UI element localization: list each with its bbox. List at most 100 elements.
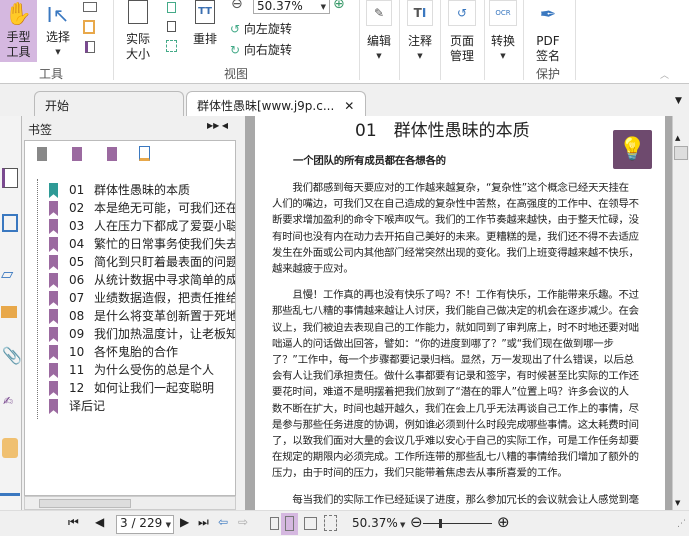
- bookmark-item[interactable]: 08 是什么将变革创新置于死地: [45, 307, 236, 325]
- bookmark-item[interactable]: 03 人在压力下都成了爱耍小聪: [45, 217, 235, 235]
- bookmark-label: 本是绝无可能，可我们还在: [94, 201, 236, 215]
- bookmark-item[interactable]: 11 为什么受伤的总是个人: [45, 361, 235, 379]
- bookmark-item[interactable]: 02 本是绝无可能，可我们还在: [45, 199, 236, 217]
- page-number-input[interactable]: 3 / 229 ▼: [116, 515, 174, 534]
- zoom-dropdown-icon[interactable]: ▼: [400, 521, 405, 529]
- bookmark-item[interactable]: 06 从统计数据中寻求简单的成: [45, 271, 235, 289]
- page-icon: [128, 0, 148, 24]
- text-line: 每当我们的实际工作已经延误了进度，那么参加冗长的会议就会让人感觉到毫: [272, 493, 639, 506]
- rotate-left-button[interactable]: ↺ 向左旋转: [230, 20, 292, 37]
- prev-page-button[interactable]: ◀: [95, 515, 104, 529]
- bookmark-page-icon[interactable]: [85, 41, 95, 53]
- continuous-page-icon[interactable]: [281, 513, 298, 535]
- status-bar: ⏮ ◀ 3 / 229 ▼ ▶ ⏭ ⇦ ⇨ 50.37% ▼ ⊖ ⊕ ⋰: [0, 510, 689, 536]
- reflow-button[interactable]: TT 重排: [190, 0, 220, 47]
- close-tab-icon[interactable]: ✕: [344, 99, 354, 113]
- clipboard-icon[interactable]: [83, 20, 95, 34]
- bookmark-item[interactable]: 译后记: [45, 397, 235, 415]
- zoom-in-button[interactable]: ⊕: [497, 513, 510, 531]
- zoom-out-button[interactable]: ⊖: [410, 513, 423, 531]
- rotate-left-icon: ↺: [230, 22, 241, 36]
- text-line: 要花时间，难道不是明摆着把我们放到了“潜在的罪人”位置上吗？许多会议的人: [272, 386, 629, 399]
- pdf-sign-button[interactable]: ✒ PDF 签名: [530, 0, 566, 64]
- fit-visible-icon[interactable]: [166, 40, 177, 52]
- text-line: 越来越疲于应对。: [272, 263, 354, 275]
- fit-page-icon[interactable]: [167, 21, 176, 32]
- first-page-button[interactable]: ⏮: [68, 515, 79, 530]
- bookmark-item[interactable]: 01 群体性愚昧的本质: [45, 181, 235, 199]
- add-bookmark-icon[interactable]: [72, 147, 82, 161]
- vertical-scrollbar[interactable]: ▲ ▼: [672, 116, 689, 510]
- bookmark-label: 如何让我们一起变聪明: [94, 381, 215, 395]
- thumbnails-icon[interactable]: [2, 214, 18, 232]
- rotate-right-button[interactable]: ↻ 向右旋转: [230, 41, 292, 58]
- panel-bottom-indicator: [0, 493, 20, 496]
- edit-button[interactable]: ✎ 编辑 ▼: [363, 0, 395, 64]
- bookmark-label: 繁忙的日常事务使我们失去: [94, 237, 236, 251]
- previous-view-icon[interactable]: ⇦: [218, 515, 228, 529]
- bookmark-item[interactable]: 05 简化到只盯着最表面的问题: [45, 253, 235, 271]
- page-management-button[interactable]: ↺ 页面 管理: [443, 0, 481, 64]
- bookmark-label: 是什么将变革创新置于死地: [94, 309, 236, 323]
- bookmark-tree: 01 群体性愚昧的本质 02 本是绝无可能，可我们还在 03 人在压力下都成了爱耍小聪 04…: [24, 140, 236, 496]
- bookmark-label: 译后记: [69, 399, 106, 413]
- bookmark-number: 09: [69, 327, 85, 341]
- attachment-icon[interactable]: 📎: [2, 346, 22, 365]
- collapse-ribbon-icon[interactable]: ︿: [660, 68, 669, 81]
- bookmark-item[interactable]: 07 业绩数据造假，把责任推给: [45, 289, 235, 307]
- bookmark-icon: [49, 201, 58, 216]
- actual-size-button[interactable]: 实际 大小: [122, 0, 154, 62]
- pages-icon[interactable]: [2, 168, 18, 188]
- convert-button[interactable]: OCR 转换 ▼: [487, 0, 519, 64]
- text-line: 了，以致我们面对大量的会议几乎难以安心于自己的实际工作，可是工作任务却要: [272, 435, 639, 447]
- tab-list-dropdown-icon[interactable]: ▼: [675, 96, 682, 106]
- single-page-icon[interactable]: [270, 517, 279, 530]
- tab-document[interactable]: 群体性愚昧[www.j9p.c... ✕: [186, 91, 366, 116]
- zoom-slider[interactable]: [423, 519, 492, 528]
- bookmark-item[interactable]: 10 各怀鬼胎的合作: [45, 343, 235, 361]
- bookmark-properties-icon[interactable]: [139, 146, 150, 161]
- text-line: 数不断在扩大，时间也越开越久，我们在会上几乎无法再谈自己工作上的事情，尽: [272, 402, 639, 415]
- next-view-icon[interactable]: ⇨: [238, 515, 248, 529]
- comment-button[interactable]: TI 注释 ▼: [404, 0, 436, 64]
- continuous-facing-icon[interactable]: [324, 515, 337, 531]
- text-line: 会有人让我们承担责任。做什么事都要有记录和签字，有时候甚至比实际的工作还: [272, 370, 639, 383]
- text-line: 有时间也没有内在动力去开拓自己美好的未来。更糟糕的是，我们还不得不去适应: [272, 230, 639, 243]
- comments-icon[interactable]: [1, 306, 17, 318]
- bookmark-item[interactable]: 12 如何让我们一起变聪明: [45, 379, 235, 397]
- hand-tool-button[interactable]: ✋ 手型 工具: [0, 0, 37, 62]
- panel-expand-button[interactable]: ▶▶ ◀: [207, 121, 228, 130]
- bookmark-icon: [49, 327, 58, 342]
- next-page-button[interactable]: ▶: [180, 515, 189, 529]
- bookmark-icon: [49, 291, 58, 306]
- zoom-in-icon[interactable]: ⊕: [333, 0, 345, 12]
- bookmark-item[interactable]: 09 我们加热温度计，让老板知: [45, 325, 235, 343]
- delete-bookmark-icon[interactable]: [37, 147, 47, 161]
- fit-width-icon[interactable]: [167, 2, 176, 13]
- bookmark-hscrollbar[interactable]: [24, 496, 236, 510]
- signature-icon[interactable]: ✍: [3, 394, 13, 408]
- zoom-slider-thumb[interactable]: [439, 519, 443, 528]
- ocr-icon: OCR: [489, 0, 517, 26]
- bookmark-icon: [49, 255, 58, 270]
- move-bookmark-icon[interactable]: [107, 147, 117, 161]
- lock-icon[interactable]: [2, 438, 18, 458]
- snapshot-icon[interactable]: [83, 2, 97, 12]
- text-line: 议上，我们被迫去表现自己的工作能力，就如同到了审判席上，时不时地还要对咄: [272, 321, 639, 334]
- select-button[interactable]: I↖ 选择 ▼: [42, 0, 74, 60]
- layers-icon[interactable]: ▱: [1, 264, 13, 283]
- tab-start[interactable]: 开始: [34, 91, 184, 116]
- chapter-title: 01 群体性愚昧的本质: [355, 121, 530, 141]
- bookmark-icon: [49, 399, 58, 414]
- rotate-right-icon: ↻: [230, 43, 241, 57]
- resize-grip-icon[interactable]: ⋰: [677, 519, 686, 529]
- bookmark-label: 群体性愚昧的本质: [94, 183, 191, 197]
- note-annotation[interactable]: 💡: [613, 130, 652, 169]
- hand-icon: ✋: [4, 2, 33, 27]
- bookmark-item[interactable]: 04 繁忙的日常事务使我们失去: [45, 235, 236, 253]
- zoom-select[interactable]: 50.37% ▼: [253, 0, 330, 14]
- text-line: 咄逼人的问话做出回答，譬如：“你的进度到哪了？”或“我们现在做到哪一步: [272, 337, 614, 350]
- last-page-button[interactable]: ⏭: [198, 515, 209, 530]
- facing-page-icon[interactable]: [304, 517, 317, 530]
- zoom-out-icon[interactable]: ⊖: [231, 0, 243, 12]
